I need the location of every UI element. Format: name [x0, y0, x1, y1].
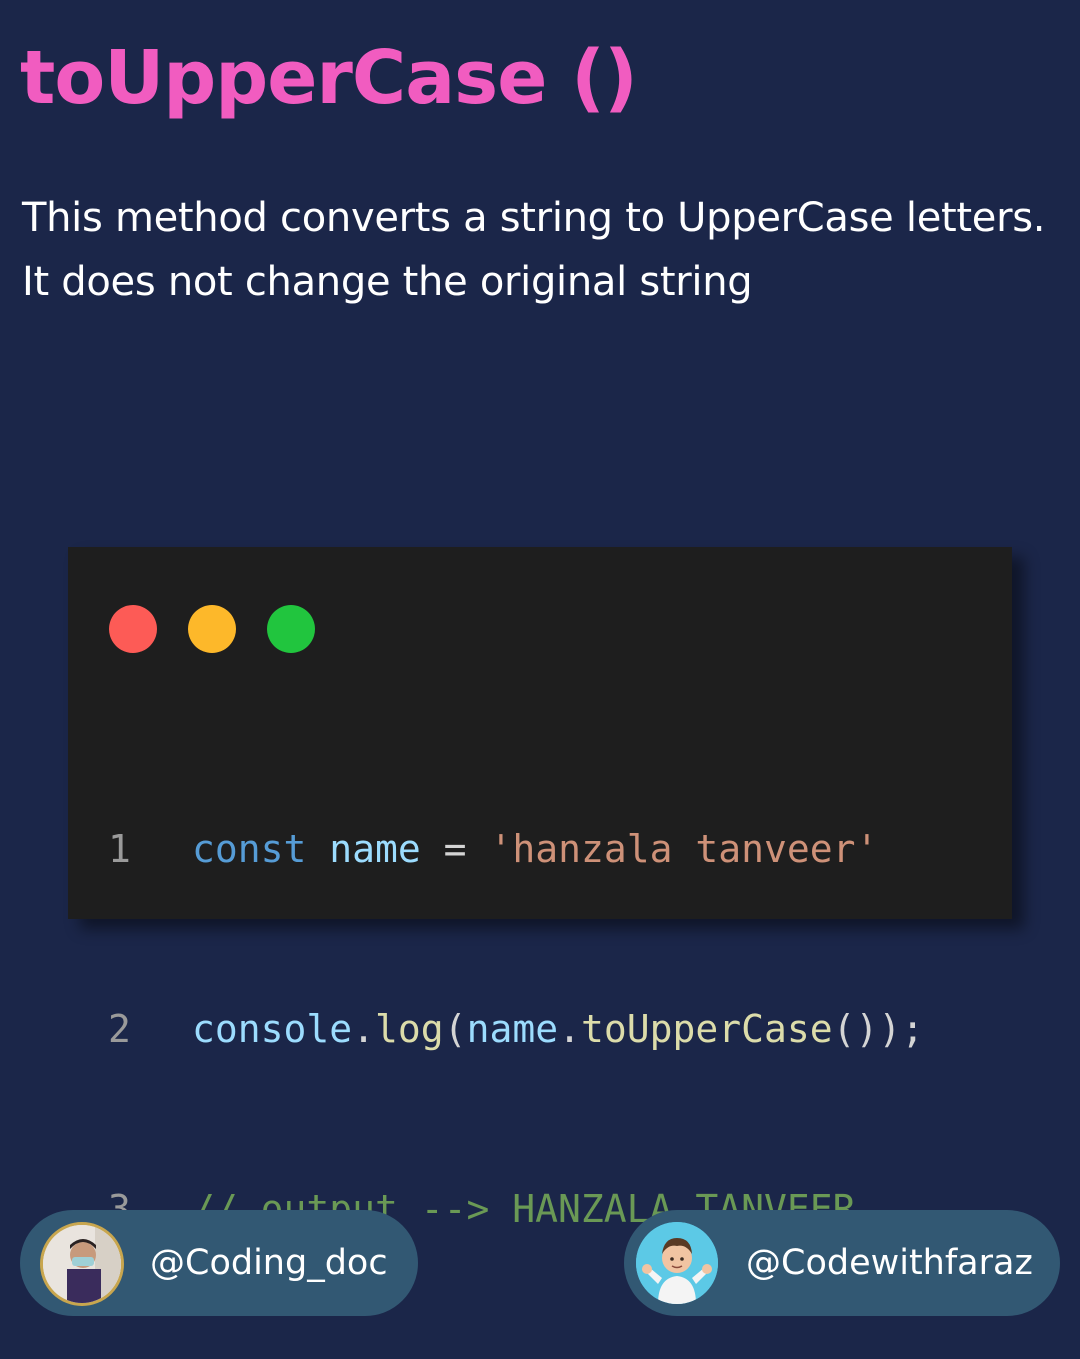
page-title: toUpperCase ()	[20, 35, 638, 121]
code-token: toUpperCase	[580, 1007, 833, 1051]
avatar	[636, 1222, 718, 1304]
method-description: This method converts a string to UpperCa…	[22, 195, 1046, 305]
code-token: name	[329, 827, 421, 871]
window-close-dot	[109, 605, 157, 653]
code-token: 'hanzala tanveer'	[489, 827, 879, 871]
code-token: const	[192, 827, 307, 871]
code-token: .	[352, 1007, 376, 1051]
code-token: =	[420, 827, 490, 871]
author-badge-codewithfaraz[interactable]: @Codewithfaraz	[624, 1210, 1060, 1316]
code-line-1: 1 const name = 'hanzala tanveer'	[108, 819, 924, 879]
shrug-memoji-icon	[636, 1222, 718, 1304]
code-window: 1 const name = 'hanzala tanveer' 2 console…	[68, 547, 1012, 1231]
code-token: name	[466, 1007, 559, 1051]
line-number: 1	[108, 827, 131, 871]
code-token: (	[443, 1007, 467, 1051]
window-minimize-dot	[188, 605, 236, 653]
author-badge-coding-doc[interactable]: @Coding_doc	[20, 1210, 418, 1316]
code-line-2: 2 console.log(name.toUpperCase());	[108, 999, 924, 1059]
person-photo-icon	[43, 1225, 121, 1303]
code-token: console	[192, 1007, 353, 1051]
code-token: ());	[832, 1007, 925, 1051]
code-token: .	[558, 1007, 581, 1051]
window-maximize-dot	[267, 605, 315, 653]
author-handle: @Codewithfaraz	[746, 1243, 1033, 1283]
line-number: 2	[108, 1007, 131, 1051]
avatar	[40, 1222, 124, 1306]
author-handle: @Coding_doc	[150, 1243, 388, 1283]
code-token: log	[375, 1007, 444, 1051]
